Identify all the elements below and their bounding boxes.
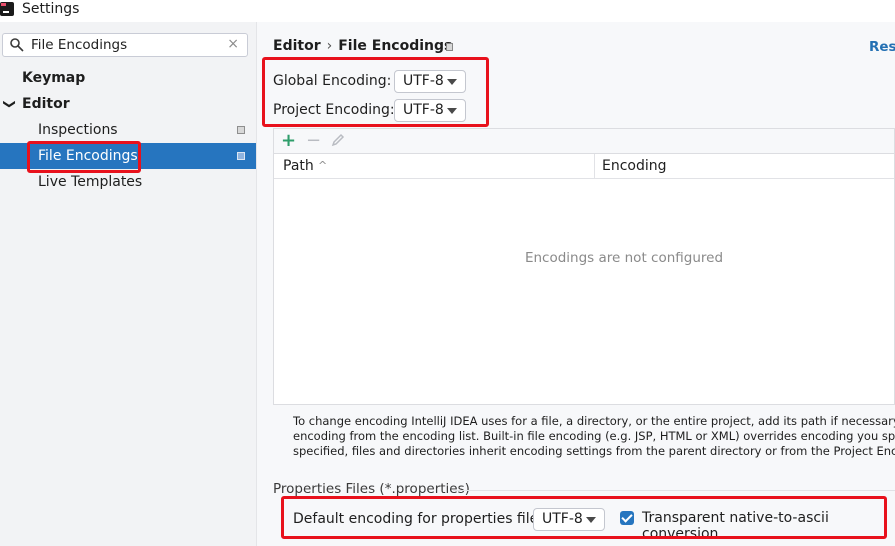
project-scope-icon [237,126,245,134]
clear-search-icon[interactable]: × [227,36,239,52]
sort-ascending-icon: ^ [318,159,328,172]
sidebar-item-keymap[interactable]: Keymap [0,65,256,91]
empty-table-message: Encodings are not configured [524,250,724,266]
section-divider [453,490,895,491]
highlight-box-sidebar [27,141,141,173]
table-header: Path ^ Encoding [274,154,894,179]
breadcrumb-separator: › [326,38,333,54]
search-input[interactable]: File Encodings [31,37,127,53]
search-icon [10,38,24,52]
intellij-app-icon [0,2,14,16]
project-scope-icon [237,152,245,160]
window-title: Settings [22,1,80,17]
remove-icon[interactable]: − [306,131,321,151]
project-scope-icon [446,43,453,51]
edit-icon[interactable] [331,133,345,147]
breadcrumb-parent[interactable]: Editor [273,38,321,54]
breadcrumb: Editor › File Encodings [273,38,452,54]
add-icon[interactable]: + [281,131,296,151]
help-line: encoding from the encoding list. Built-i… [293,429,895,443]
help-text: To change encoding IntelliJ IDEA uses fo… [293,414,895,459]
help-line: specified, files and directories inherit… [293,444,895,458]
sidebar-item-label: Keymap [22,70,86,86]
title-bar: Settings [0,0,895,22]
chevron-down-icon[interactable]: ❯ [0,99,23,109]
reset-link[interactable]: Rese [869,39,895,55]
sidebar-item-editor[interactable]: ❯ Editor [0,91,256,117]
sidebar-item-label: Editor [22,96,70,112]
column-header-encoding[interactable]: Encoding [602,154,667,178]
highlight-box-encodings [262,57,489,127]
breadcrumb-current: File Encodings [338,38,453,54]
encodings-table[interactable]: Path ^ Encoding Encodings are not config… [273,153,895,405]
properties-section-title: Properties Files (*.properties) [273,481,470,497]
highlight-box-properties [281,496,887,539]
settings-sidebar: File Encodings × Keymap ❯ Editor Inspect… [0,22,257,546]
sidebar-item-label: Inspections [38,122,118,138]
sidebar-item-inspections[interactable]: Inspections [0,117,256,143]
column-divider[interactable] [594,154,595,178]
help-line: To change encoding IntelliJ IDEA uses fo… [293,414,895,428]
table-toolbar: + − [273,128,895,154]
column-header-path[interactable]: Path [283,154,314,178]
settings-search-field[interactable]: File Encodings × [2,33,248,57]
